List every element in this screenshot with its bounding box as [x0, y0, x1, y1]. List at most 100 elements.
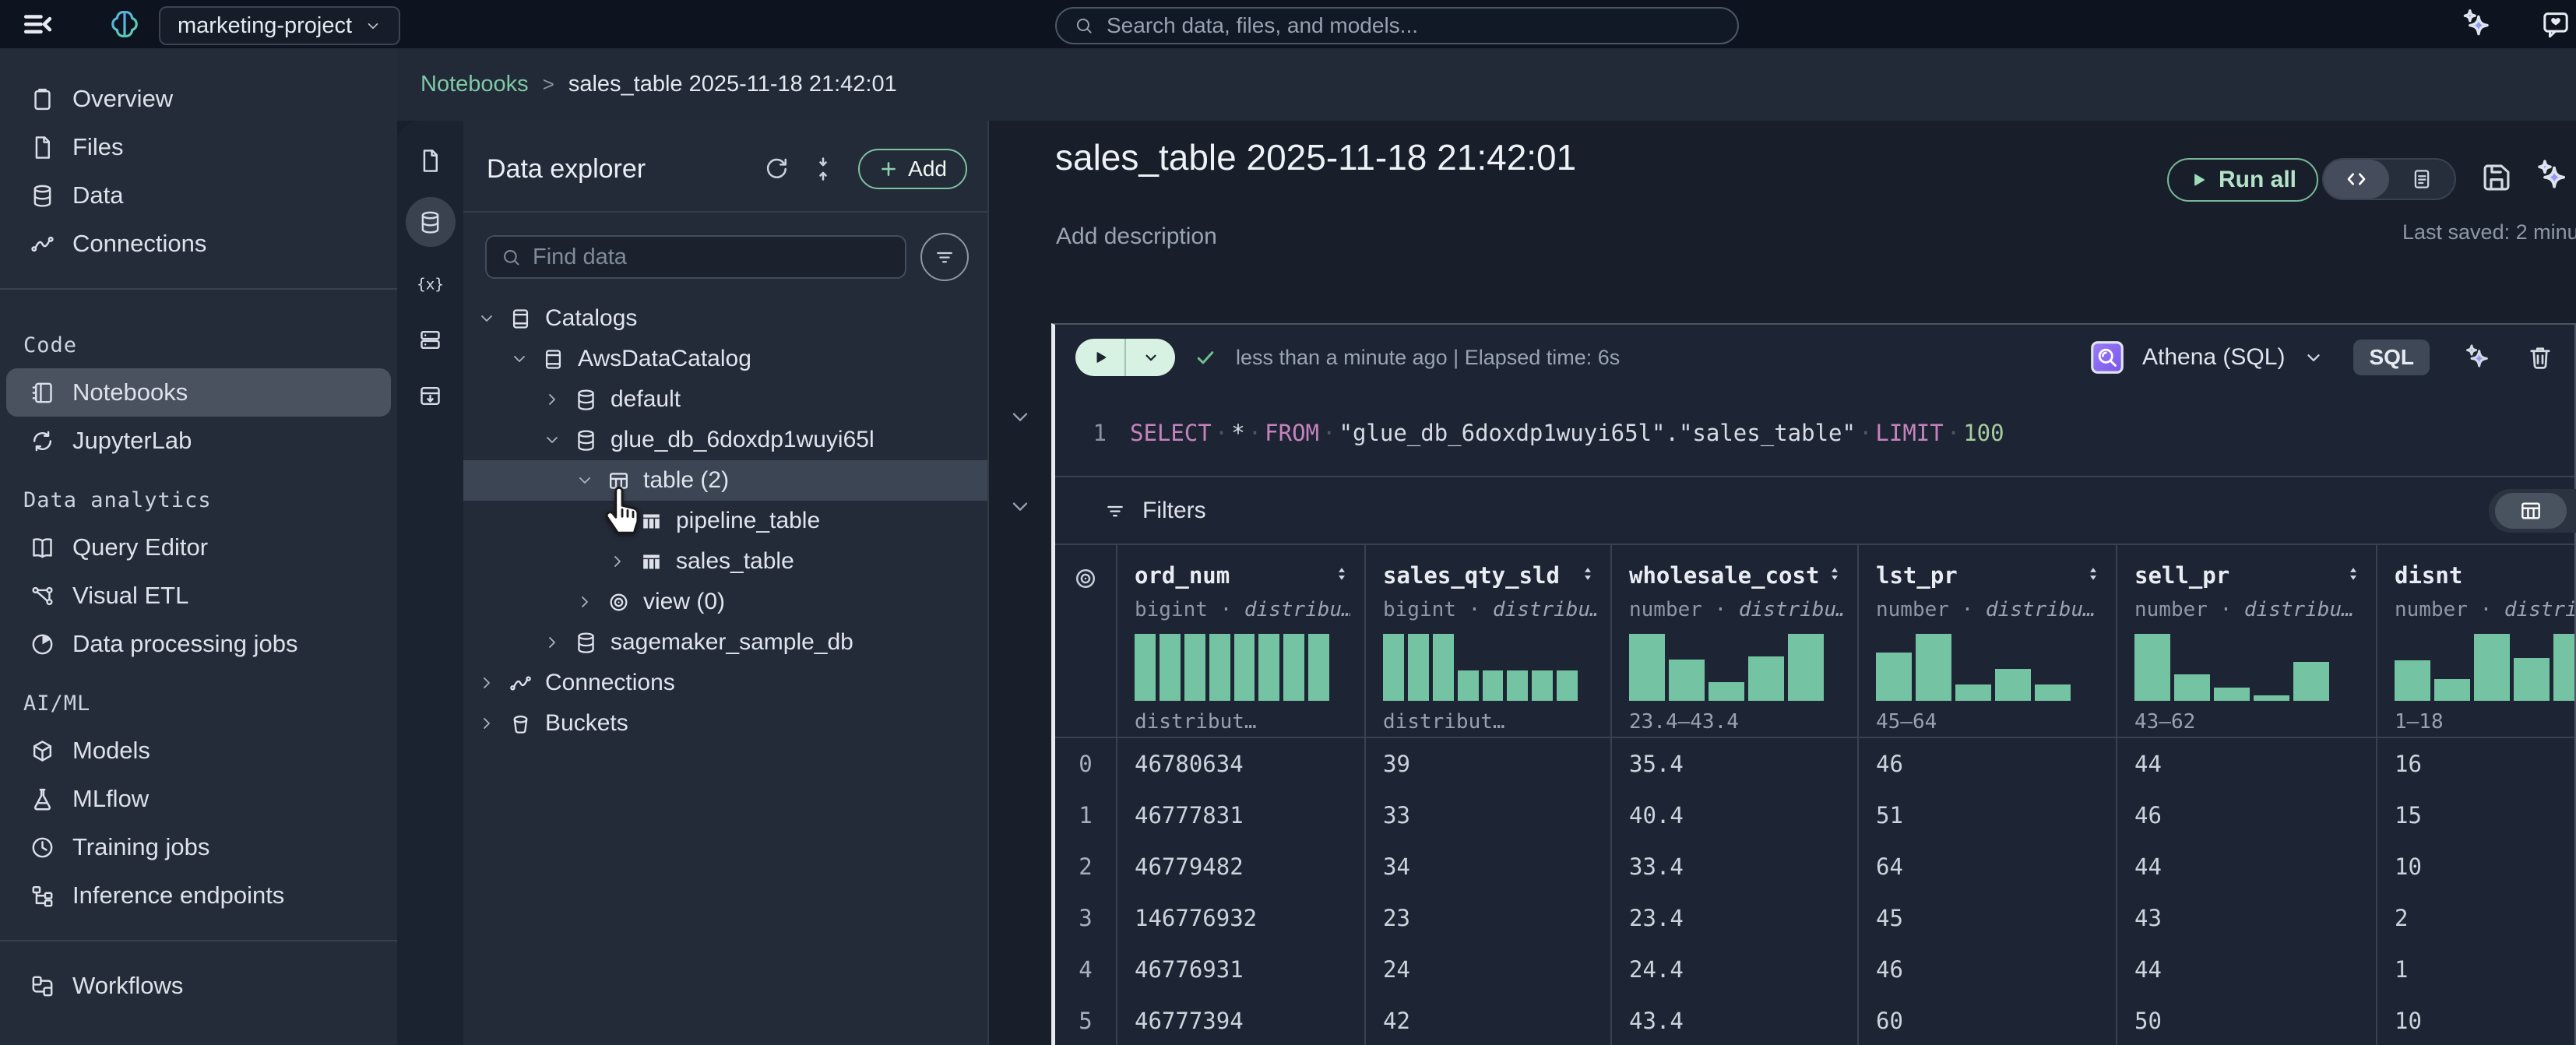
chevron-right-icon[interactable] [477, 714, 496, 733]
table-cell[interactable]: 24.4 [1612, 944, 1859, 995]
table-cell[interactable]: 34 [1366, 841, 1612, 892]
column-header-ord_num[interactable]: ord_numbigint · distribu…distribut… [1117, 544, 1366, 738]
code-editor-line[interactable]: 1 SELECT·*·FROM·"glue_db_6doxdp1wuyi65l"… [1055, 390, 2574, 476]
table-cell[interactable]: 51 [1859, 790, 2117, 841]
table-cell[interactable]: 44 [2117, 841, 2377, 892]
tree-item-connections[interactable]: Connections [463, 663, 987, 703]
sort-icon[interactable] [1826, 565, 1843, 586]
table-view-segment[interactable] [2495, 493, 2567, 529]
tree-item-glue-db-6doxdp1wuyi65l[interactable]: glue_db_6doxdp1wuyi65l [463, 420, 987, 460]
output-collapse-chevron[interactable] [1008, 494, 1033, 519]
chevron-right-icon[interactable] [608, 552, 627, 571]
chevron-right-icon[interactable] [477, 674, 496, 692]
sidebar-item-notebooks[interactable]: Notebooks [6, 368, 391, 417]
chevron-down-icon[interactable] [477, 309, 496, 328]
chevron-down-icon[interactable] [510, 350, 529, 368]
table-cell[interactable]: 10 [2377, 995, 2574, 1045]
refresh-icon[interactable] [763, 156, 790, 182]
table-cell[interactable]: 15 [2377, 790, 2574, 841]
chevron-down-icon[interactable] [2303, 347, 2324, 368]
sidebar-item-training-jobs[interactable]: Training jobs [6, 823, 391, 871]
sort-icon[interactable] [2085, 565, 2102, 586]
table-cell[interactable]: 33 [1366, 790, 1612, 841]
sidebar-item-workflows[interactable]: Workflows [6, 962, 391, 1010]
code-doc-view-toggle[interactable] [2322, 158, 2456, 200]
table-cell[interactable]: 2 [2377, 892, 2574, 944]
sort-icon[interactable] [1579, 565, 1596, 586]
table-cell[interactable]: 23 [1366, 892, 1612, 944]
table-cell[interactable]: 46780634 [1117, 738, 1366, 790]
tree-item-buckets[interactable]: Buckets [463, 703, 987, 744]
feedback-button[interactable] [2540, 9, 2571, 40]
document-view-segment[interactable] [2389, 160, 2455, 199]
cell-collapse-chevron[interactable] [1008, 404, 1033, 429]
table-cell[interactable]: 46777831 [1117, 790, 1366, 841]
table-cell[interactable]: 33.4 [1612, 841, 1859, 892]
sidebar-item-data[interactable]: Data [6, 171, 391, 220]
rail-database-button[interactable] [406, 197, 456, 247]
tree-item-pipeline-table[interactable]: pipeline_table [463, 501, 987, 541]
table-cell[interactable]: 60 [1859, 995, 2117, 1045]
sidebar-collapse-button[interactable] [22, 9, 55, 40]
sidebar-item-jupyterlab[interactable]: JupyterLab [6, 417, 391, 465]
find-data-input[interactable]: Find data [485, 235, 906, 279]
rail-window-import-button[interactable] [406, 376, 456, 415]
sidebar-item-data-processing-jobs[interactable]: Data processing jobs [6, 620, 391, 668]
table-cell[interactable]: 46776931 [1117, 944, 1366, 995]
column-header-lst_pr[interactable]: lst_prnumber · distribu…45–64 [1859, 544, 2117, 738]
table-cell[interactable]: 42 [1366, 995, 1612, 1045]
column-header-sales_qty_sld[interactable]: sales_qty_sldbigint · distribu…distribut… [1366, 544, 1612, 738]
table-cell[interactable]: 46 [1859, 944, 2117, 995]
save-icon[interactable] [2480, 161, 2513, 194]
rail-server-stack-button[interactable] [406, 320, 456, 359]
collapse-all-icon[interactable] [810, 156, 836, 182]
ai-assistant-button[interactable] [2459, 6, 2495, 42]
delete-cell-trash-icon[interactable] [2526, 343, 2554, 371]
chevron-right-icon[interactable] [543, 633, 561, 652]
table-cell[interactable]: 24 [1366, 944, 1612, 995]
rail-braces-x-button[interactable]: {x} [406, 264, 456, 303]
table-cell[interactable]: 43.4 [1612, 995, 1859, 1045]
table-cell[interactable]: 23.4 [1612, 892, 1859, 944]
add-data-button[interactable]: Add [858, 149, 967, 189]
table-cell[interactable]: 64 [1859, 841, 2117, 892]
ai-sparkle-button[interactable] [2533, 157, 2572, 195]
sidebar-item-overview[interactable]: Overview [6, 75, 391, 123]
table-cell[interactable]: 46779482 [1117, 841, 1366, 892]
rail-file-button[interactable] [406, 141, 456, 180]
table-cell[interactable]: 45 [1859, 892, 2117, 944]
table-cell[interactable]: 50 [2117, 995, 2377, 1045]
table-cell[interactable]: 39 [1366, 738, 1612, 790]
tree-item-sales-table[interactable]: sales_table [463, 541, 987, 582]
table-cell[interactable]: 46 [2117, 790, 2377, 841]
tree-item-default[interactable]: default [463, 379, 987, 420]
table-cell[interactable]: 46 [1859, 738, 2117, 790]
table-cell[interactable]: 44 [2117, 944, 2377, 995]
tree-item-awsdatacatalog[interactable]: AwsDataCatalog [463, 339, 987, 379]
tree-item-catalogs[interactable]: Catalogs [463, 298, 987, 339]
tree-filter-button[interactable] [920, 233, 969, 281]
chevron-right-icon[interactable] [543, 390, 561, 409]
table-cell[interactable]: 35.4 [1612, 738, 1859, 790]
tree-item-view-0-[interactable]: view (0) [463, 582, 987, 622]
column-header-wholesale_cost[interactable]: wholesale_costnumber · distribu…23.4–43.… [1612, 544, 1859, 738]
tree-item-table-2-[interactable]: table (2) [463, 460, 987, 501]
cell-ai-sparkle-button[interactable] [2462, 342, 2493, 373]
column-header-disnt[interactable]: disntnumber · distribu…1–18 [2377, 544, 2574, 738]
global-search-input[interactable]: Search data, files, and models... [1055, 7, 1739, 44]
table-cell[interactable]: 10 [2377, 841, 2574, 892]
filters-label[interactable]: Filters [1142, 498, 1206, 524]
project-selector[interactable]: marketing-project [159, 6, 400, 45]
tree-item-sagemaker-sample-db[interactable]: sagemaker_sample_db [463, 622, 987, 663]
sidebar-item-connections[interactable]: Connections [6, 220, 391, 268]
sidebar-item-mlflow[interactable]: MLflow [6, 775, 391, 823]
table-cell[interactable]: 43 [2117, 892, 2377, 944]
results-view-toggle[interactable] [2489, 489, 2576, 533]
code-view-segment[interactable] [2324, 160, 2389, 199]
row-selector-header[interactable] [1055, 544, 1117, 738]
column-header-sell_pr[interactable]: sell_prnumber · distribu…43–62 [2117, 544, 2377, 738]
sidebar-item-models[interactable]: Models [6, 727, 391, 775]
run-all-button[interactable]: Run all [2167, 158, 2318, 202]
sidebar-item-files[interactable]: Files [6, 123, 391, 171]
sidebar-item-visual-etl[interactable]: Visual ETL [6, 572, 391, 620]
